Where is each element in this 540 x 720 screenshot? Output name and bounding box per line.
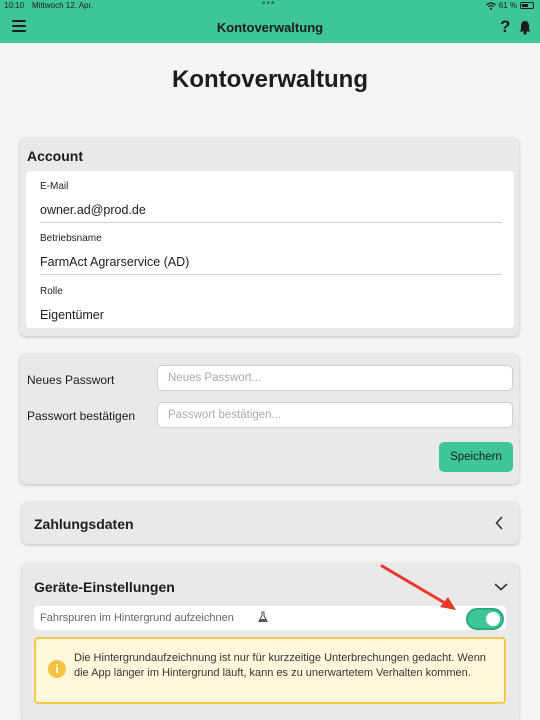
page-title: Kontoverwaltung [172,66,368,93]
role-label: Rolle [40,286,63,297]
header-title: Kontoverwaltung [216,20,324,35]
flask-icon [258,611,268,623]
password-card: Neues Passwort Passwort bestätigen Speic… [20,354,519,484]
save-button[interactable]: Speichern [439,442,513,472]
battery-icon [520,2,534,9]
wifi-icon [485,1,496,10]
device-settings-title: Geräte-Einstellungen [34,579,175,595]
email-label: E-Mail [40,181,69,192]
status-time: 10:10 [4,1,25,10]
business-name-label: Betriebsname [40,233,102,244]
role-field: Rolle Eigentümer [40,286,502,322]
business-name-value: FarmAct Agrarservice (AD) [40,255,190,269]
email-field: E-Mail owner.ad@prod.de [40,181,502,223]
account-title: Account [27,148,83,164]
background-tracking-toggle[interactable] [466,608,504,630]
role-value: Eigentümer [40,308,104,322]
chevron-down-icon[interactable] [494,582,508,592]
bell-icon[interactable] [518,20,532,35]
payment-section-header[interactable]: Zahlungsdaten [22,502,519,544]
background-tracking-label: Fahrspuren im Hintergrund aufzeichnen [40,612,234,624]
confirm-password-label: Passwort bestätigen [27,409,136,423]
help-icon[interactable]: ? [500,17,510,37]
status-date: Mittwoch 12. Apr. [32,1,93,10]
email-value: owner.ad@prod.de [40,203,146,217]
account-details: E-Mail owner.ad@prod.de Betriebsname Far… [26,171,514,328]
app-header: Kontoverwaltung ? [0,12,540,43]
payment-title: Zahlungsdaten [34,516,134,532]
warning-notice: i Die Hintergrundaufzeichnung ist nur fü… [34,637,506,704]
new-password-label: Neues Passwort [27,373,115,387]
warning-text: Die Hintergrundaufzeichnung ist nur für … [74,652,486,679]
status-bar: 10:10 Mittwoch 12. Apr. ••• 61 % [0,0,540,12]
multitasking-dots-icon[interactable]: ••• [262,0,276,9]
account-card: Account E-Mail owner.ad@prod.de Betriebs… [20,138,519,336]
business-name-field: Betriebsname FarmAct Agrarservice (AD) [40,233,502,275]
red-arrow-annotation [380,564,456,610]
toggle-knob [486,612,500,626]
battery-percent: 61 % [498,1,517,10]
chevron-left-icon[interactable] [494,516,504,530]
info-icon: i [48,660,66,678]
new-password-input[interactable] [157,365,513,391]
confirm-password-input[interactable] [157,402,513,428]
